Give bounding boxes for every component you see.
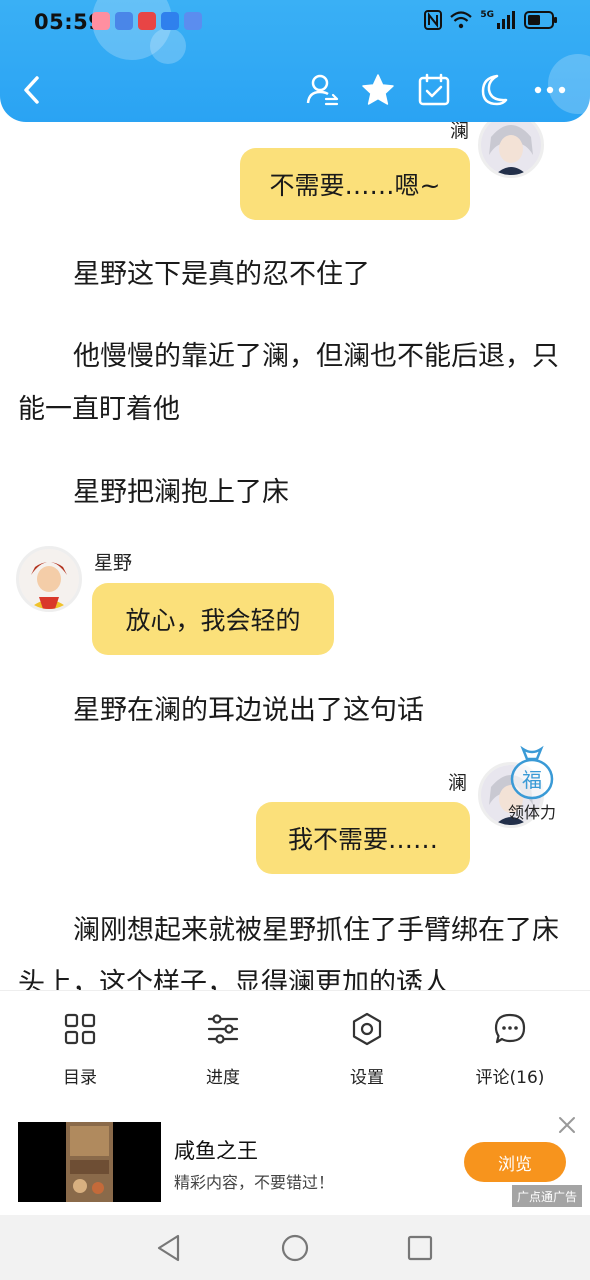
ad-title[interactable]: 咸鱼之王 (174, 1135, 258, 1165)
claim-stamina-badge[interactable]: 福 领体力 (507, 745, 557, 825)
back-button[interactable] (12, 70, 52, 110)
toolbar-catalog[interactable]: 目录 (25, 1009, 135, 1088)
lucky-bag-icon: 福 (510, 745, 554, 800)
comment-icon (494, 1013, 526, 1044)
wifi-icon (450, 11, 473, 29)
toolbar-label: 进度 (206, 1068, 240, 1088)
ad-subtitle: 精彩内容，不要错过！ (174, 1173, 335, 1192)
narration-paragraph: 他慢慢的靠近了澜，但澜也不能后退，只能一直盯着他 (18, 341, 559, 425)
chat-bubble-lan: 不需要……嗯~ (240, 148, 470, 220)
badge-glyph: 福 (522, 768, 542, 792)
narration-paragraph: 星野在澜的耳边说出了这句话 (73, 695, 424, 726)
nfc-icon (424, 10, 443, 30)
system-nav-bar (0, 1215, 590, 1280)
speaker-name: 星野 (94, 552, 133, 574)
narration-paragraph: 星野这下是真的忍不住了 (73, 259, 370, 290)
grid-icon (64, 1013, 96, 1045)
sliders-icon (207, 1014, 239, 1044)
calendar-check-icon (418, 73, 450, 106)
system-back-button[interactable] (154, 1233, 184, 1263)
check-in-button[interactable] (414, 70, 454, 110)
battery-icon (524, 11, 557, 29)
narration-paragraph: 澜刚想起来就被星野抓住了手臂绑在了床头上，这个样子，显得澜更加的诱人 (18, 915, 559, 990)
reader-nav (0, 60, 590, 120)
more-icon (534, 86, 566, 94)
ad-close-button[interactable] (558, 1115, 576, 1140)
chevron-left-icon (24, 76, 39, 104)
signal-icon (497, 11, 515, 29)
toolbar-label: 目录 (63, 1068, 97, 1088)
system-home-button[interactable] (280, 1233, 310, 1263)
avatar-xingye[interactable] (16, 546, 82, 612)
toolbar-settings[interactable]: 设置 (312, 1009, 422, 1088)
close-icon (559, 1117, 575, 1133)
app-notification-icon (161, 12, 179, 30)
chat-bubble-lan: 我不需要…… (256, 802, 470, 874)
reader-toolbar: 目录 进度 设置 评论(16) (0, 990, 590, 1100)
app-notification-icon (115, 12, 133, 30)
ad-browse-button[interactable]: 浏览 (464, 1142, 566, 1182)
ad-banner[interactable]: 咸鱼之王 精彩内容，不要错过！ 浏览 广点通广告 (0, 1105, 590, 1215)
user-switch-icon (306, 74, 339, 106)
author-follow-button[interactable] (302, 70, 342, 110)
ad-source-tag: 广点通广告 (512, 1185, 582, 1207)
badge-label: 领体力 (507, 803, 556, 822)
status-right: 5G (424, 10, 558, 30)
gear-icon (352, 1012, 382, 1046)
favorite-button[interactable] (358, 70, 398, 110)
system-recents-button[interactable] (405, 1233, 435, 1263)
top-header: 05:59 5G (0, 0, 590, 122)
square-recents-icon (407, 1235, 433, 1261)
star-icon (362, 74, 394, 105)
more-button[interactable] (530, 70, 570, 110)
chat-bubble-xingye: 放心，我会轻的 (92, 583, 334, 655)
toolbar-progress[interactable]: 进度 (168, 1009, 278, 1088)
status-bar: 05:59 5G (0, 0, 590, 44)
toolbar-label: 评论(16) (475, 1068, 545, 1088)
night-mode-button[interactable] (472, 70, 512, 110)
moon-icon (481, 74, 508, 106)
ad-thumbnail[interactable] (18, 1122, 161, 1202)
app-notification-icon (184, 12, 202, 30)
reader-content[interactable]: 澜 不需要……嗯~ 星野这下是真的忍不住了 他慢慢的靠近了澜，但澜也不能后退，只… (0, 0, 590, 990)
notification-icons (92, 12, 202, 30)
speaker-name: 澜 (448, 772, 468, 794)
triangle-back-icon (157, 1234, 180, 1262)
app-notification-icon (92, 12, 110, 30)
network-type: 5G (480, 10, 494, 20)
narration-paragraph: 星野把澜抱上了床 (73, 477, 289, 508)
app-notification-icon (138, 12, 156, 30)
toolbar-comments[interactable]: 评论(16) (455, 1009, 565, 1088)
toolbar-label: 设置 (350, 1068, 384, 1088)
circle-home-icon (281, 1234, 309, 1262)
